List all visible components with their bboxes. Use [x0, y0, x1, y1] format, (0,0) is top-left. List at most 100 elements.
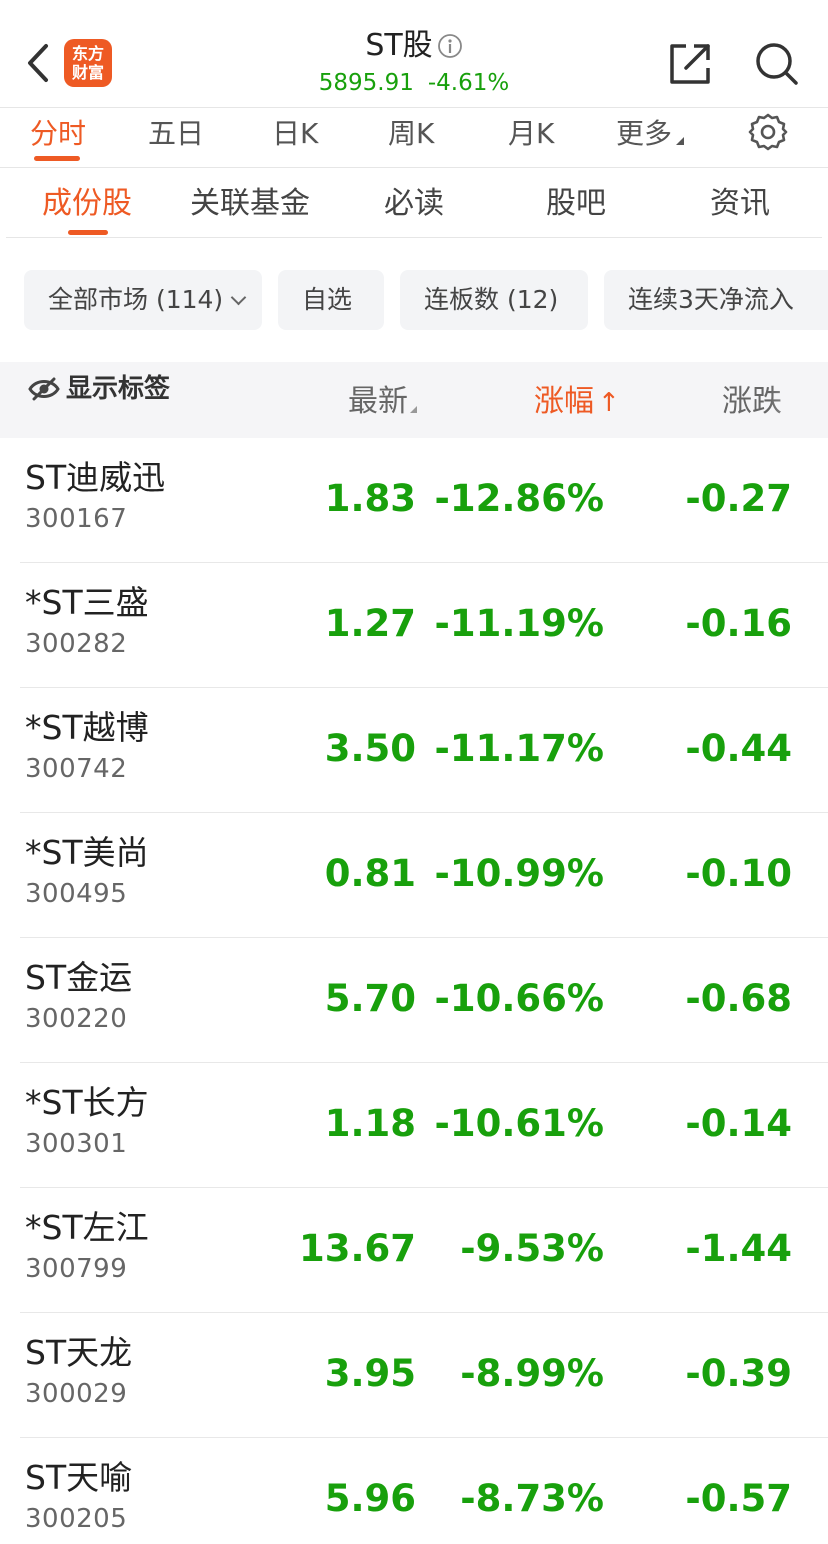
sort-icon: [410, 406, 417, 413]
stock-change-pct: -10.61%: [434, 1102, 604, 1145]
table-row[interactable]: *ST越博 300742 3.50 -11.17% -0.44: [0, 688, 828, 813]
stock-name: *ST左江: [25, 1208, 149, 1247]
stock-change-pct: -11.19%: [434, 602, 604, 645]
column-change-pct[interactable]: 涨幅 ↑: [534, 380, 620, 425]
stock-code: 300742: [25, 754, 128, 784]
tab-news[interactable]: 资讯: [710, 182, 770, 226]
logo-text-line1: 东方: [71, 44, 104, 63]
app-logo: 东方 财富: [64, 39, 112, 87]
table-row[interactable]: ST天喻 300205 5.96 -8.73% -0.57: [0, 1438, 828, 1544]
stock-name: ST迪威迅: [25, 458, 166, 497]
period-tabs-divider: [0, 167, 828, 168]
show-tags-toggle[interactable]: 显示标签: [66, 372, 170, 406]
info-icon[interactable]: [437, 33, 463, 59]
stock-name: *ST三盛: [25, 583, 149, 622]
stock-change: -0.57: [685, 1477, 792, 1520]
section-tabs-divider: [6, 237, 822, 238]
tab-must-read[interactable]: 必读: [384, 182, 444, 226]
page-title: ST股: [365, 26, 462, 66]
stock-code: 300282: [25, 629, 128, 659]
stock-price: 5.96: [324, 1477, 416, 1520]
tab-daily-k[interactable]: 日K: [272, 112, 318, 156]
title-block: ST股 5895.91 -4.61%: [250, 26, 578, 98]
stock-code: 300029: [25, 1379, 128, 1409]
column-latest[interactable]: 最新: [348, 380, 417, 424]
stock-price: 1.18: [324, 1102, 416, 1145]
scroll-fade: [770, 362, 828, 438]
stock-price: 3.95: [324, 1352, 416, 1395]
gear-icon[interactable]: [748, 112, 788, 152]
stock-change: -0.14: [685, 1102, 792, 1145]
stock-change: -0.16: [685, 602, 792, 645]
stock-price: 3.50: [324, 727, 416, 770]
tab-intraday[interactable]: 分时: [30, 112, 86, 156]
index-quote: 5895.91 -4.61%: [250, 68, 578, 98]
stock-price: 13.67: [298, 1227, 416, 1270]
index-change: -4.61%: [427, 70, 510, 96]
stock-price: 5.70: [324, 977, 416, 1020]
stock-code: 300167: [25, 504, 128, 534]
table-row[interactable]: ST金运 300220 5.70 -10.66% -0.68: [0, 938, 828, 1063]
table-row[interactable]: *ST三盛 300282 1.27 -11.19% -0.16: [0, 563, 828, 688]
stock-change-pct: -8.99%: [460, 1352, 604, 1395]
stock-change-pct: -9.53%: [460, 1227, 604, 1270]
stock-change: -0.39: [685, 1352, 792, 1395]
stock-code: 300205: [25, 1504, 128, 1534]
stock-change: -0.44: [685, 727, 792, 770]
tab-forum[interactable]: 股吧: [546, 182, 606, 226]
chevron-down-icon: [230, 289, 247, 306]
active-section-indicator: [68, 230, 108, 235]
stock-price: 1.27: [324, 602, 416, 645]
filter-watchlist[interactable]: 自选: [278, 270, 384, 330]
active-tab-indicator: [34, 156, 80, 161]
stock-change: -1.44: [685, 1227, 792, 1270]
header-divider: [0, 107, 828, 108]
stock-name: ST金运: [25, 958, 133, 997]
logo-text-line2: 财富: [71, 63, 104, 82]
index-value: 5895.91: [318, 70, 414, 96]
page-title-text: ST股: [365, 28, 433, 63]
stock-change: -0.27: [685, 477, 792, 520]
tab-more[interactable]: 更多: [616, 112, 685, 156]
tab-monthly-k[interactable]: 月K: [508, 112, 554, 156]
filter-market-dropdown[interactable]: 全部市场 (114): [24, 270, 262, 330]
stock-code: 300220: [25, 1004, 128, 1034]
stock-change-pct: -10.99%: [434, 852, 604, 895]
stock-change-pct: -12.86%: [434, 477, 604, 520]
filter-net-inflow[interactable]: 连续3天净流入: [604, 270, 828, 330]
tab-related-funds[interactable]: 关联基金: [190, 182, 310, 226]
tab-more-label: 更多: [616, 117, 673, 150]
tab-weekly-k[interactable]: 周K: [388, 112, 434, 156]
top-bar: 东方 财富 ST股 5895.91 -4.61%: [0, 0, 828, 108]
column-change-pct-label: 涨幅: [534, 384, 594, 419]
stock-change: -0.68: [685, 977, 792, 1020]
table-row[interactable]: ST迪威迅 300167 1.83 -12.86% -0.27: [0, 438, 828, 563]
filter-market-label: 全部市场 (114): [48, 285, 224, 314]
caret-icon: [676, 137, 685, 145]
stock-name: *ST越博: [25, 708, 149, 747]
filter-limit-up-streak[interactable]: 连板数 (12): [400, 270, 588, 330]
sort-ascending-icon: ↑: [598, 388, 620, 418]
eye-hidden-icon[interactable]: [28, 375, 60, 403]
share-icon[interactable]: [666, 40, 714, 88]
stock-change-pct: -11.17%: [434, 727, 604, 770]
table-row[interactable]: *ST左江 300799 13.67 -9.53% -1.44: [0, 1188, 828, 1313]
table-row[interactable]: *ST长方 300301 1.18 -10.61% -0.14: [0, 1063, 828, 1188]
table-row[interactable]: *ST美尚 300495 0.81 -10.99% -0.10: [0, 813, 828, 938]
table-row[interactable]: ST天龙 300029 3.95 -8.99% -0.39: [0, 1313, 828, 1438]
stock-price: 1.83: [324, 477, 416, 520]
search-icon[interactable]: [752, 40, 800, 88]
tab-five-day[interactable]: 五日: [148, 112, 204, 156]
stock-name: ST天龙: [25, 1333, 133, 1372]
tab-constituents[interactable]: 成份股: [42, 182, 132, 226]
stock-price: 0.81: [324, 852, 416, 895]
back-arrow-icon[interactable]: [22, 40, 56, 86]
stock-change-pct: -10.66%: [434, 977, 604, 1020]
stock-name: ST天喻: [25, 1458, 133, 1497]
column-latest-label: 最新: [348, 384, 408, 419]
stock-code: 300495: [25, 879, 128, 909]
stock-name: *ST美尚: [25, 833, 149, 872]
stock-change: -0.10: [685, 852, 792, 895]
stock-code: 300301: [25, 1129, 128, 1159]
stock-name: *ST长方: [25, 1083, 149, 1122]
